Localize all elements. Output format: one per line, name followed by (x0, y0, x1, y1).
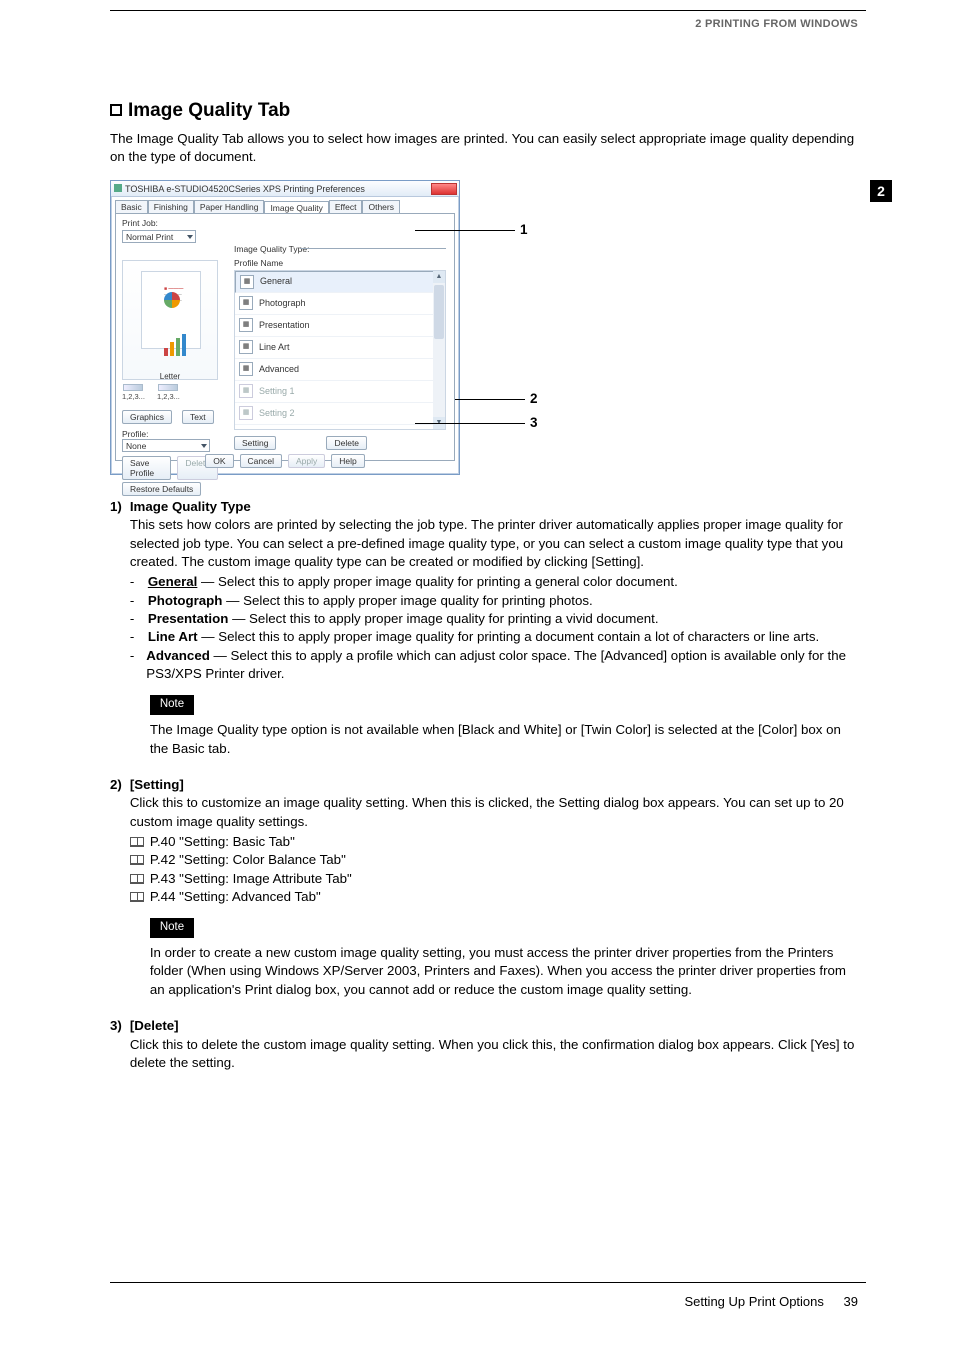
setting-button[interactable]: Setting (234, 436, 276, 450)
heading: Image Quality Tab (110, 100, 858, 122)
item-3: 3) [Delete] Click this to delete the cus… (110, 1017, 858, 1072)
scrollbar[interactable]: ▲▼ (433, 271, 445, 429)
tab-others[interactable]: Others (362, 200, 400, 213)
dialog-titlebar: TOSHIBA e-STUDIO4520CSeries XPS Printing… (111, 181, 459, 197)
callout-line-1 (415, 230, 515, 231)
profile-select[interactable]: None (122, 439, 218, 452)
header-section: 2 PRINTING FROM WINDOWS (695, 18, 858, 30)
print-job-select[interactable]: Normal Print (122, 230, 196, 243)
iql-sub: Profile Name (234, 258, 283, 268)
tab-basic[interactable]: Basic (115, 200, 148, 213)
list-item[interactable]: ▦Setting 2 (235, 403, 445, 425)
apply-button[interactable]: Apply (288, 454, 325, 468)
iql-list: ▦General ▦Photograph ▦Presentation ▦Line… (234, 270, 446, 430)
doc-icon: ▦ (239, 362, 253, 376)
item-3-body: Click this to delete the custom image qu… (130, 1037, 855, 1070)
text-button[interactable]: Text (182, 410, 214, 424)
dialog-title: TOSHIBA e-STUDIO4520CSeries XPS Printing… (125, 184, 365, 194)
graphics-button[interactable]: Graphics (122, 410, 172, 424)
doc-icon: ▦ (239, 384, 253, 398)
preview-size-label: Letter (123, 372, 217, 381)
preview-pane: ■ ———— — —— — — Letter (122, 260, 218, 380)
doc-icon: ▦ (239, 340, 253, 354)
footer-text: Setting Up Print Options (684, 1294, 823, 1309)
item-2-lead: [Setting] (130, 777, 184, 792)
book-icon (130, 855, 144, 865)
close-icon[interactable] (431, 183, 457, 195)
list-item[interactable]: ▦General (235, 271, 445, 293)
list-item[interactable]: ▦Line Art (235, 337, 445, 359)
screenshot: TOSHIBA e-STUDIO4520CSeries XPS Printing… (110, 180, 530, 480)
item-2: 2) [Setting] Click this to customize an … (110, 776, 858, 1005)
note-text-1: The Image Quality type option is not ava… (150, 721, 858, 758)
note-label: Note (150, 918, 194, 938)
tab-paper-handling[interactable]: Paper Handling (194, 200, 265, 213)
tab-row: Basic Finishing Paper Handling Image Qua… (115, 200, 459, 213)
help-button[interactable]: Help (331, 454, 364, 468)
xref: P.40 "Setting: Basic Tab" (130, 833, 858, 851)
doc-icon: ▦ (239, 318, 253, 332)
delete-button[interactable]: Delete (326, 436, 367, 450)
tab-finishing[interactable]: Finishing (148, 200, 194, 213)
scale-row: 1,2,3... 1,2,3... (122, 384, 218, 401)
xref: P.44 "Setting: Advanced Tab" (130, 888, 858, 906)
intro-text: The Image Quality Tab allows you to sele… (110, 130, 858, 166)
heading-text: Image Quality Tab (128, 100, 290, 121)
note-label: Note (150, 695, 194, 715)
page-number: 39 (844, 1294, 858, 1309)
chapter-tab: 2 (870, 180, 892, 202)
list-item[interactable]: ▦Presentation (235, 315, 445, 337)
callout-1: 1 (520, 222, 528, 237)
item-2-body: Click this to customize an image quality… (130, 795, 844, 828)
note-text-2: In order to create a new custom image qu… (150, 944, 858, 999)
doc-icon: ▦ (239, 296, 253, 310)
heading-bullet-icon (110, 104, 122, 116)
callout-line-3 (415, 423, 525, 424)
xref: P.42 "Setting: Color Balance Tab" (130, 851, 858, 869)
dialog: TOSHIBA e-STUDIO4520CSeries XPS Printing… (110, 180, 460, 475)
cancel-button[interactable]: Cancel (240, 454, 282, 468)
list-item[interactable]: ▦Advanced (235, 359, 445, 381)
bottom-rule (110, 1282, 866, 1283)
top-rule (110, 10, 866, 11)
book-icon (130, 892, 144, 902)
print-job-label: Print Job: (122, 218, 158, 228)
callout-line-2 (455, 399, 525, 400)
item-1: 1) Image Quality Type This sets how colo… (110, 498, 858, 764)
list-item[interactable]: ▦Photograph (235, 293, 445, 315)
ok-button[interactable]: OK (205, 454, 233, 468)
item-1-lead: Image Quality Type (130, 499, 251, 514)
callout-3: 3 (530, 415, 538, 430)
tab-effect[interactable]: Effect (329, 200, 363, 213)
book-icon (130, 874, 144, 884)
footer: Setting Up Print Options 39 (684, 1294, 858, 1309)
numbered-list: 1) Image Quality Type This sets how colo… (110, 498, 858, 1072)
item-3-lead: [Delete] (130, 1018, 179, 1033)
callout-2: 2 (530, 391, 538, 406)
app-icon (114, 184, 122, 192)
xref: P.43 "Setting: Image Attribute Tab" (130, 870, 858, 888)
book-icon (130, 837, 144, 847)
doc-icon: ▦ (240, 275, 254, 289)
profile-label: Profile: (122, 429, 218, 439)
item-1-body: This sets how colors are printed by sele… (130, 517, 843, 569)
iql-header-rule (300, 248, 446, 249)
tab-body: Print Job: Normal Print ■ ———— — —— — — … (115, 213, 455, 461)
iql-header: Image Quality Type: (234, 244, 309, 254)
doc-icon: ▦ (239, 406, 253, 420)
restore-defaults-button[interactable]: Restore Defaults (122, 482, 201, 496)
list-item[interactable]: ▦Setting 1 (235, 381, 445, 403)
